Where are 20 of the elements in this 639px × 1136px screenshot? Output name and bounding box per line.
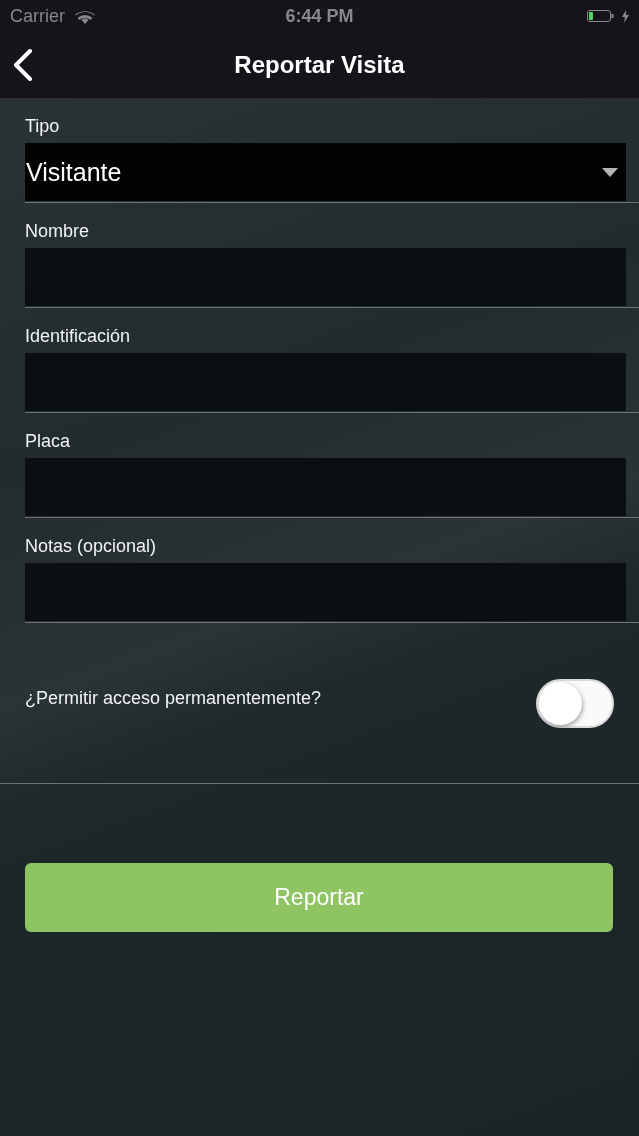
toggle-label: ¿Permitir acceso permanentemente? xyxy=(25,687,322,709)
back-icon[interactable] xyxy=(13,49,33,81)
field-label: Identificación xyxy=(25,325,131,348)
field-label: Nombre xyxy=(25,220,90,243)
wifi-icon xyxy=(75,8,95,24)
caret-icon xyxy=(602,167,618,177)
screen-title: Reportar Visita xyxy=(234,51,405,79)
field-label: Notas (opcional) xyxy=(25,535,157,558)
input-field[interactable] xyxy=(25,563,626,621)
type-dropdown[interactable]: Visitante xyxy=(25,143,626,201)
battery-icon xyxy=(587,10,614,22)
clock-time: 6:44 PM xyxy=(285,5,354,27)
bolt-icon xyxy=(622,9,629,23)
input-field[interactable] xyxy=(25,248,626,306)
carrier-label: Carrier xyxy=(10,5,65,27)
input-field[interactable] xyxy=(25,458,626,516)
field-label: Placa xyxy=(25,430,71,453)
input-field[interactable] xyxy=(25,353,626,411)
field-label: Tipo xyxy=(25,115,60,138)
toggle-switch[interactable] xyxy=(536,678,614,728)
